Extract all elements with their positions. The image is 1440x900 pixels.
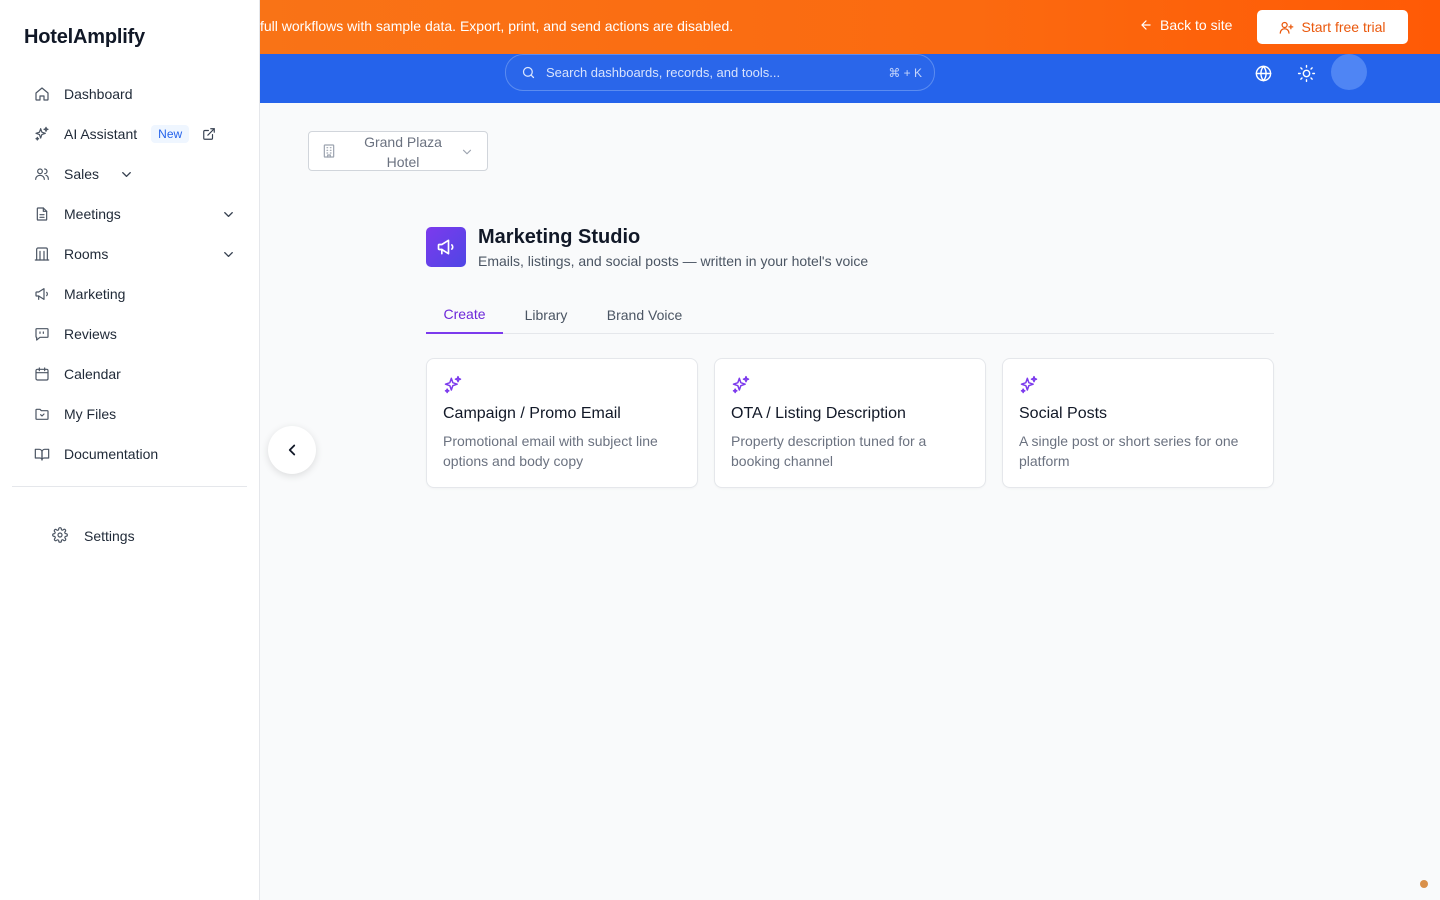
- card-social-posts[interactable]: Social Posts A single post or short seri…: [1002, 358, 1274, 488]
- card-description: Property description tuned for a booking…: [731, 433, 927, 469]
- settings-label: Settings: [84, 528, 135, 544]
- sidebar-item-calendar[interactable]: Calendar: [24, 354, 236, 394]
- chevron-down-icon[interactable]: [221, 207, 236, 222]
- gear-icon: [52, 527, 70, 545]
- book-open-icon: [33, 445, 51, 463]
- card-title: Campaign / Promo Email: [443, 405, 621, 422]
- sidebar-item-label: Rooms: [64, 246, 109, 262]
- tab-library[interactable]: Library: [513, 296, 579, 333]
- sidebar-item-rooms[interactable]: Rooms: [24, 234, 236, 274]
- banner-message: full workflows with sample data. Export,…: [260, 18, 734, 34]
- sidebar-item-label: Calendar: [64, 366, 121, 382]
- back-to-site-link[interactable]: Back to site: [1139, 17, 1232, 33]
- sidebar-item-label: Dashboard: [64, 86, 133, 102]
- collapse-sidebar-button[interactable]: [268, 426, 316, 474]
- sidebar-divider: [12, 486, 247, 487]
- sidebar-item-my-files[interactable]: My Files: [24, 394, 236, 434]
- sidebar-item-label: Meetings: [64, 206, 121, 222]
- avatar[interactable]: [1331, 54, 1367, 90]
- card-ota-listing-description[interactable]: OTA / Listing Description Property descr…: [714, 358, 986, 488]
- status-dot: [1420, 880, 1428, 888]
- chevron-down-icon: [460, 145, 474, 159]
- home-icon: [33, 85, 51, 103]
- card-campaign-promo-email[interactable]: Campaign / Promo Email Promotional email…: [426, 358, 698, 488]
- folder-icon: [33, 405, 51, 423]
- hotel-selector[interactable]: Grand Plaza Hotel: [308, 131, 488, 171]
- card-description: A single post or short series for one pl…: [1019, 433, 1239, 469]
- sparkles-icon: [1019, 375, 1039, 395]
- new-badge: New: [151, 125, 190, 143]
- search-box[interactable]: ⌘ + K: [505, 54, 935, 91]
- card-title: OTA / Listing Description: [731, 405, 906, 422]
- tab-create[interactable]: Create: [426, 296, 503, 334]
- sidebar-item-meetings[interactable]: Meetings: [24, 194, 236, 234]
- user-plus-icon: [1280, 21, 1294, 34]
- sidebar-item-label: Sales: [64, 166, 100, 182]
- users-icon: [33, 165, 51, 183]
- sidebar-item-label: Reviews: [64, 326, 117, 342]
- calendar-icon: [33, 365, 51, 383]
- sun-icon[interactable]: [1296, 63, 1316, 83]
- card-description: Promotional email with subject line opti…: [443, 433, 658, 469]
- sidebar-item-marketing[interactable]: Marketing: [24, 274, 236, 314]
- tab-brand-voice[interactable]: Brand Voice: [596, 296, 693, 333]
- arrow-left-icon: [1141, 20, 1151, 30]
- start-free-trial-button[interactable]: Start free trial: [1257, 10, 1408, 44]
- chevron-down-icon[interactable]: [221, 247, 236, 262]
- external-link-icon[interactable]: [202, 127, 216, 141]
- start-free-trial-label: Start free trial: [1301, 19, 1386, 35]
- megaphone-icon: [33, 285, 51, 303]
- sidebar-nav: Dashboard AI Assistant New Sales Meeting…: [24, 74, 236, 474]
- search-input[interactable]: [546, 65, 866, 80]
- studio-tabs: Create Library Brand Voice: [426, 296, 1274, 334]
- page-title: Marketing Studio: [478, 226, 641, 248]
- demo-banner: full workflows with sample data. Export,…: [260, 0, 1440, 54]
- sidebar-item-label: My Files: [64, 406, 117, 422]
- card-title: Social Posts: [1019, 405, 1108, 422]
- back-to-site-label: Back to site: [1160, 17, 1233, 33]
- sidebar: HotelAmplify Dashboard AI Assistant New …: [0, 0, 260, 900]
- search-shortcut: ⌘ + K: [888, 66, 922, 80]
- sidebar-item-label: AI Assistant: [64, 126, 138, 142]
- sparkles-icon: [443, 375, 463, 395]
- sidebar-item-ai-assistant[interactable]: AI Assistant New: [24, 114, 236, 154]
- hotel-selector-value: Grand Plaza Hotel: [364, 134, 442, 170]
- topbar: ⌘ + K: [260, 54, 1440, 103]
- search-icon: [522, 66, 535, 79]
- sidebar-item-settings[interactable]: Settings: [52, 527, 135, 545]
- sidebar-item-sales[interactable]: Sales: [24, 154, 236, 194]
- brand-logo[interactable]: HotelAmplify: [24, 26, 145, 49]
- sidebar-item-label: Documentation: [64, 446, 159, 462]
- sidebar-item-dashboard[interactable]: Dashboard: [24, 74, 236, 114]
- sparkles-icon: [731, 375, 751, 395]
- message-quote-icon: [33, 325, 51, 343]
- document-icon: [33, 205, 51, 223]
- chevron-down-icon[interactable]: [119, 167, 134, 182]
- globe-icon[interactable]: [1253, 63, 1273, 83]
- building-icon: [321, 143, 337, 159]
- page-subtitle: Emails, listings, and social posts — wri…: [478, 253, 869, 269]
- megaphone-icon: [426, 227, 466, 267]
- building-columns-icon: [33, 245, 51, 263]
- sidebar-item-label: Marketing: [64, 286, 126, 302]
- sparkles-icon: [33, 125, 51, 143]
- sidebar-item-documentation[interactable]: Documentation: [24, 434, 236, 474]
- sidebar-item-reviews[interactable]: Reviews: [24, 314, 236, 354]
- chevron-left-icon: [288, 444, 296, 456]
